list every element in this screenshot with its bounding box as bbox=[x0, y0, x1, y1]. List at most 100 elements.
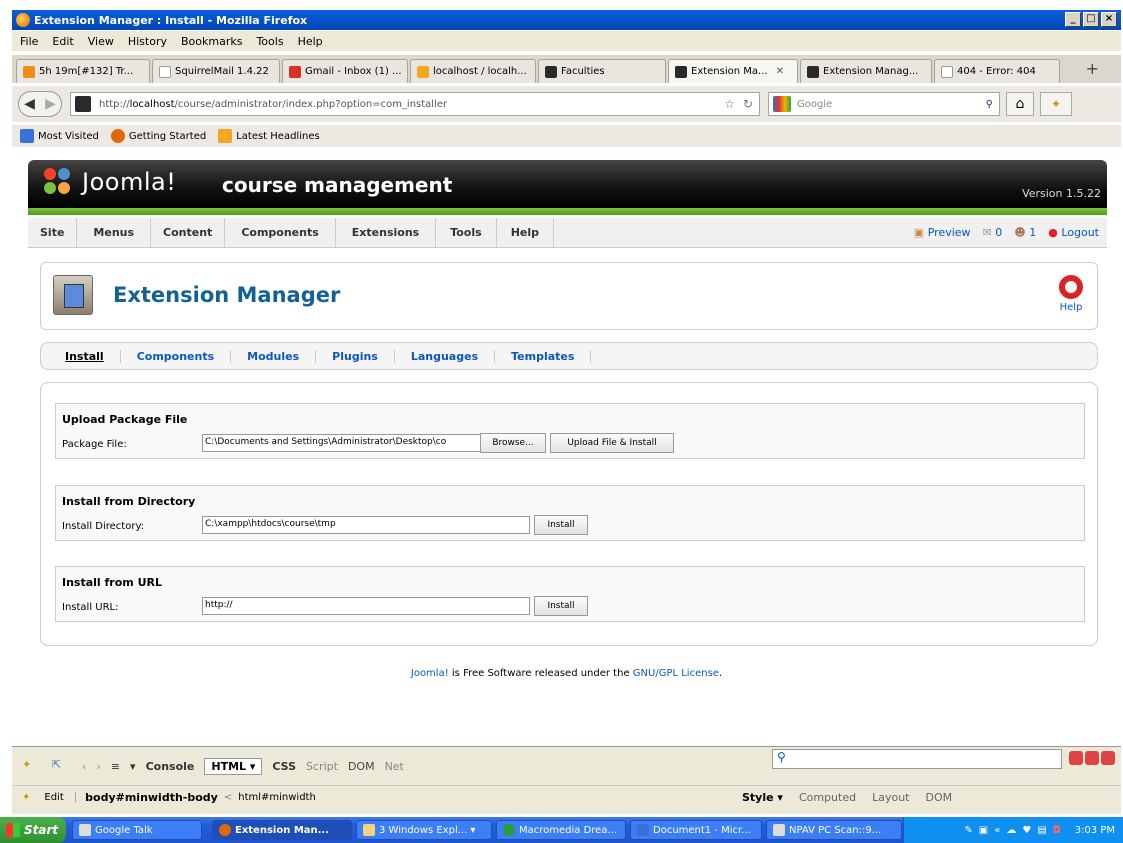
preview-link[interactable]: ▣ Preview bbox=[914, 226, 971, 239]
breadcrumb-html[interactable]: html#minwidth bbox=[238, 792, 316, 803]
install-directory-button[interactable]: Install bbox=[534, 515, 588, 535]
menu-site[interactable]: Site bbox=[28, 217, 78, 248]
reload-icon[interactable]: ↻ bbox=[743, 97, 753, 111]
browser-tab[interactable]: Extension Manag... bbox=[800, 59, 932, 83]
menu-components[interactable]: Components bbox=[225, 217, 336, 248]
browse-button[interactable]: Browse... bbox=[480, 433, 546, 453]
browser-tab[interactable]: Faculties bbox=[538, 59, 666, 83]
firebug-side-tab-dom[interactable]: DOM bbox=[926, 791, 953, 804]
tab-templates[interactable]: Templates bbox=[495, 349, 592, 363]
tab-install[interactable]: Install bbox=[61, 349, 121, 363]
tray-icon[interactable]: ✎ bbox=[964, 825, 972, 836]
firebug-tab-html[interactable]: HTML ▾ bbox=[204, 757, 263, 775]
browser-tab[interactable]: 5h 19m[#132] Tr... bbox=[16, 59, 150, 83]
bookmark-getting-started[interactable]: Getting Started bbox=[110, 129, 206, 143]
firebug-tab-css[interactable]: CSS bbox=[272, 760, 296, 773]
home-icon[interactable]: ⌂ bbox=[1006, 92, 1034, 116]
breadcrumb-body[interactable]: body#minwidth-body bbox=[85, 791, 218, 804]
maximize-button[interactable]: □ bbox=[1083, 12, 1099, 27]
menu-tools[interactable]: Tools bbox=[436, 217, 497, 248]
package-file-input[interactable]: C:\Documents and Settings\Administrator\… bbox=[202, 434, 482, 452]
firebug-tab-net[interactable]: Net bbox=[385, 760, 404, 773]
taskbar-item[interactable]: Document1 - Micr... bbox=[630, 820, 762, 840]
taskbar-item[interactable]: 3 Windows Expl... ▾ bbox=[356, 820, 492, 840]
firebug-side-tab-style[interactable]: Style ▾ bbox=[742, 791, 783, 804]
close-tab-icon[interactable]: ✕ bbox=[776, 66, 784, 77]
tray-icon[interactable]: ☁ bbox=[1006, 825, 1016, 836]
firebug-side-tab-computed[interactable]: Computed bbox=[799, 791, 856, 804]
joomla-link[interactable]: Joomla! bbox=[411, 668, 449, 679]
menu-menus[interactable]: Menus bbox=[77, 217, 152, 248]
tray-icon[interactable]: ◘ bbox=[1053, 825, 1061, 836]
browser-tab[interactable]: SquirrelMail 1.4.22 bbox=[152, 59, 280, 83]
lifebuoy-icon bbox=[1059, 275, 1083, 299]
tray-icon[interactable]: ▣ bbox=[979, 825, 988, 836]
taskbar-item[interactable]: Google Talk bbox=[72, 820, 202, 840]
messages-count[interactable]: ✉ 0 bbox=[983, 226, 1003, 239]
close-button[interactable]: × bbox=[1101, 12, 1117, 27]
install-url-input[interactable]: http:// bbox=[202, 597, 530, 615]
firebug-tab-script[interactable]: Script bbox=[306, 760, 338, 773]
start-button[interactable]: Start bbox=[0, 817, 66, 843]
tray-expand-icon[interactable]: « bbox=[994, 825, 1000, 836]
inspect-icon[interactable]: ⇱ bbox=[52, 758, 72, 774]
help-button[interactable]: Help bbox=[1059, 275, 1083, 313]
firebug-search-input[interactable]: ⚲ bbox=[772, 749, 1062, 769]
license-link[interactable]: GNU/GPL License bbox=[633, 668, 719, 679]
firebug-side-tab-layout[interactable]: Layout bbox=[872, 791, 909, 804]
forward-arrow-icon[interactable]: ▶ bbox=[45, 96, 56, 112]
menu-help[interactable]: Help bbox=[298, 35, 323, 48]
edit-button[interactable]: Edit bbox=[44, 792, 63, 803]
upload-package-section: Upload Package File Package File: C:\Doc… bbox=[55, 403, 1085, 459]
close-icon[interactable] bbox=[1101, 751, 1115, 765]
back-forward-buttons[interactable]: ◀ ▶ bbox=[18, 91, 62, 117]
menu-extensions[interactable]: Extensions bbox=[336, 217, 437, 248]
tab-components[interactable]: Components bbox=[121, 349, 232, 363]
search-icon[interactable]: ⚲ bbox=[986, 99, 993, 110]
menu-file[interactable]: File bbox=[20, 35, 38, 48]
taskbar-item[interactable]: Macromedia Drea... bbox=[496, 820, 626, 840]
forward-icon[interactable]: › bbox=[96, 760, 100, 773]
upload-install-button[interactable]: Upload File & Install bbox=[550, 433, 674, 453]
taskbar-item-active[interactable]: Extension Man... bbox=[212, 820, 352, 840]
detach-icon[interactable] bbox=[1085, 751, 1099, 765]
addon-icon[interactable]: ✦ bbox=[1040, 92, 1072, 116]
menu-bookmarks[interactable]: Bookmarks bbox=[181, 35, 242, 48]
bookmark-most-visited[interactable]: Most Visited bbox=[20, 129, 99, 143]
firebug-tab-console[interactable]: Console bbox=[146, 760, 195, 773]
url-bar[interactable]: http://localhost/course/administrator/in… bbox=[70, 92, 760, 116]
browser-tab[interactable]: Gmail - Inbox (1) ... bbox=[282, 59, 408, 83]
firebug-tab-dom[interactable]: DOM bbox=[348, 760, 375, 773]
page-title: Extension Manager bbox=[113, 283, 341, 307]
dropdown-icon[interactable]: ▾ bbox=[130, 760, 136, 773]
menu-content[interactable]: Content bbox=[151, 217, 226, 248]
tray-icon[interactable]: ▤ bbox=[1037, 825, 1046, 836]
tab-plugins[interactable]: Plugins bbox=[316, 349, 395, 363]
browser-tab[interactable]: 404 - Error: 404 bbox=[934, 59, 1060, 83]
logout-link[interactable]: ● Logout bbox=[1048, 226, 1099, 239]
minimize-icon[interactable] bbox=[1069, 751, 1083, 765]
star-icon[interactable]: ☆ bbox=[724, 97, 735, 111]
back-arrow-icon[interactable]: ◀ bbox=[24, 96, 35, 112]
header-accent-bar bbox=[28, 208, 1107, 215]
menu-view[interactable]: View bbox=[88, 35, 114, 48]
menu-history[interactable]: History bbox=[128, 35, 167, 48]
tab-languages[interactable]: Languages bbox=[395, 349, 496, 363]
menu-edit[interactable]: Edit bbox=[52, 35, 73, 48]
menu-help[interactable]: Help bbox=[497, 217, 554, 248]
new-tab-icon[interactable]: + bbox=[1086, 59, 1099, 78]
browser-tab-active[interactable]: Extension Ma... ✕ bbox=[668, 59, 798, 83]
menu-icon[interactable]: ≡ bbox=[111, 760, 120, 773]
search-input[interactable]: Google ⚲ bbox=[768, 92, 1000, 116]
tab-modules[interactable]: Modules bbox=[231, 349, 317, 363]
tray-icon[interactable]: ♥ bbox=[1022, 825, 1031, 836]
back-icon[interactable]: ‹ bbox=[82, 760, 86, 773]
taskbar-item[interactable]: NPAV PC Scan::9... bbox=[766, 820, 902, 840]
bookmark-latest-headlines[interactable]: Latest Headlines bbox=[218, 129, 320, 143]
browser-tab[interactable]: localhost / localh... bbox=[410, 59, 536, 83]
install-url-button[interactable]: Install bbox=[534, 596, 588, 616]
menu-tools[interactable]: Tools bbox=[256, 35, 283, 48]
install-directory-input[interactable]: C:\xampp\htdocs\course\tmp bbox=[202, 516, 530, 534]
firebug-icon[interactable]: ✦ bbox=[22, 758, 42, 774]
minimize-button[interactable]: _ bbox=[1065, 12, 1081, 27]
